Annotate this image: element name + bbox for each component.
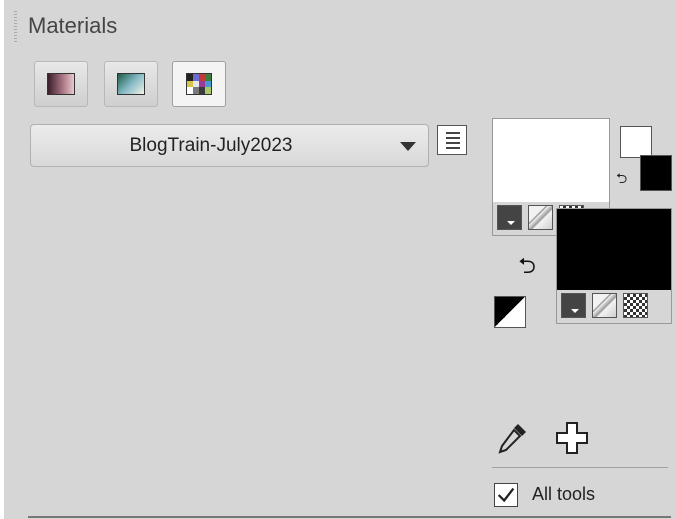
tab-swatches[interactable]	[172, 61, 226, 107]
tab-gradient[interactable]	[34, 61, 88, 107]
background-style-bar	[557, 290, 671, 323]
menu-line	[446, 147, 460, 149]
tab-pattern[interactable]	[104, 61, 158, 107]
palette-icon	[186, 73, 212, 95]
palette-dropdown[interactable]: BlogTrain-July2023	[30, 124, 429, 167]
swap-fill-icon[interactable]: ⮌	[616, 168, 627, 192]
foreground-gradient-style-button[interactable]	[528, 205, 553, 230]
foreground-fill-swatch[interactable]	[620, 126, 652, 158]
palette-cell	[205, 74, 211, 81]
menu-line	[446, 142, 460, 144]
crosshair-icon[interactable]	[554, 420, 590, 456]
background-pattern-style-button[interactable]	[623, 293, 648, 318]
palette-dropdown-value: BlogTrain-July2023	[129, 134, 293, 156]
palette-menu-icon	[446, 132, 460, 134]
checkmark-icon	[497, 487, 515, 503]
panel-bottom-border	[28, 516, 671, 518]
foreground-color-style-button[interactable]	[497, 205, 522, 230]
gradient-icon	[47, 73, 75, 95]
menu-line	[446, 137, 460, 139]
palette-cell	[205, 80, 211, 88]
divider	[492, 467, 668, 468]
pattern-icon	[117, 73, 145, 95]
chevron-down-icon	[400, 142, 416, 151]
palette-menu-button[interactable]	[437, 125, 467, 155]
materials-panel: Materials BlogTrain-July2023 ⮌ ⮌ All too…	[4, 0, 676, 519]
panel-grip[interactable]	[14, 10, 17, 44]
background-fill-swatch[interactable]	[640, 155, 672, 191]
reset-colors-button[interactable]	[494, 296, 526, 328]
background-color-box[interactable]	[556, 208, 672, 324]
background-color-style-button[interactable]	[561, 293, 586, 318]
swap-colors-icon[interactable]: ⮌	[512, 253, 542, 283]
background-gradient-style-button[interactable]	[592, 293, 617, 318]
panel-title: Materials	[28, 13, 118, 38]
eyedropper-icon[interactable]	[494, 420, 530, 456]
all-tools-label: All tools	[532, 484, 596, 504]
palette-cell	[205, 87, 211, 94]
all-tools-checkbox[interactable]	[494, 483, 518, 507]
